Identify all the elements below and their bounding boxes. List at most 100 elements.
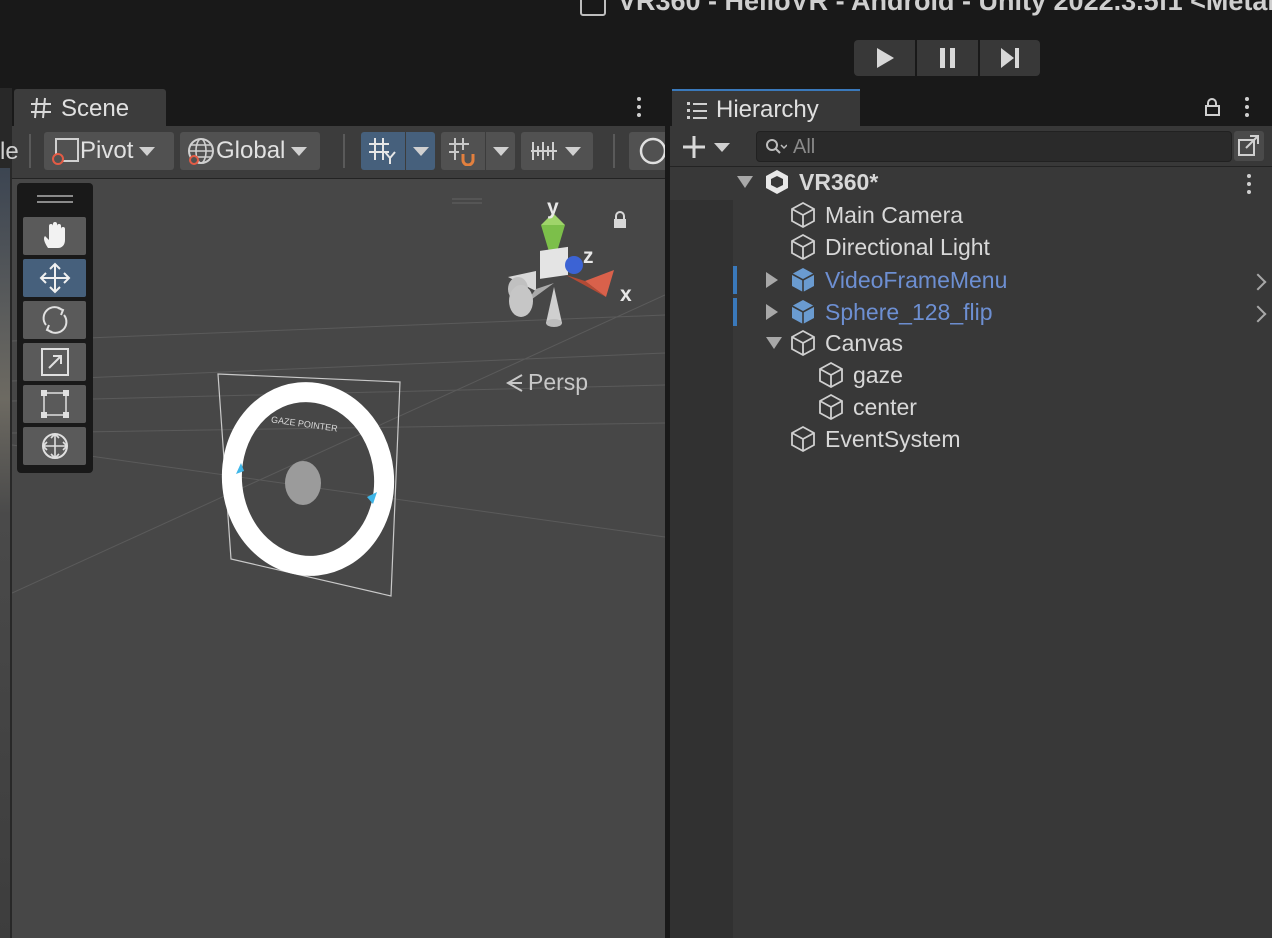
expand-arrow-icon[interactable] [766,272,778,288]
open-window-icon [1238,135,1259,156]
gameobject-cube-icon [791,233,815,261]
item-label: Main Camera [825,201,964,228]
play-icon [876,48,894,68]
grid-y-icon [369,138,396,164]
globe-icon [188,138,214,165]
move-icon [39,262,70,294]
gizmo-x-label: x [620,283,632,306]
hand-tool-button[interactable] [23,217,86,255]
chevron-left-icon [505,373,523,392]
pivot-icon [52,138,79,165]
unity-app-icon [580,0,606,16]
gizmo-y-label: y [547,196,559,219]
expand-arrow-icon[interactable] [737,176,753,188]
unity-scene-icon [766,170,788,194]
gameobject-cube-icon [791,201,815,229]
plus-icon [683,136,705,158]
gizmo-z-label: z [583,245,594,268]
item-label: Directional Light [825,233,990,260]
pause-icon [939,48,955,68]
search-icon [766,139,787,154]
snap-increment-toggle[interactable] [441,132,485,170]
step-icon [1001,48,1019,68]
hierarchy-item-canvas[interactable]: Canvas [766,327,903,359]
create-dropdown[interactable] [682,134,732,160]
scene-root-row[interactable]: VR360* [737,166,878,198]
hierarchy-search-field[interactable] [756,131,1232,163]
item-label: Sphere_128_flip [825,298,993,325]
tab-scene[interactable]: Scene [14,89,166,127]
item-label: Canvas [825,329,903,356]
global-label: Global [216,137,286,164]
hierarchy-gutter [670,200,733,938]
chevron-down-icon [412,146,429,156]
scene-tab-label: Scene [61,95,130,122]
move-tool-button[interactable] [23,259,86,297]
grid-snap-toggle[interactable] [361,132,405,170]
scene-name: VR360* [799,168,879,195]
rotate-tool-button[interactable] [23,301,86,339]
lock-icon[interactable] [1203,97,1221,117]
hierarchy-item-center[interactable]: center [817,391,917,423]
tab-hierarchy[interactable]: Hierarchy [672,89,860,127]
gameobject-cube-icon [819,361,843,389]
hierarchy-item-main-camera[interactable]: Main Camera [789,199,963,231]
chevron-down-icon [291,146,308,156]
cut-off-label: le [0,138,19,165]
title-bar: VR360 - HelloVR - Android - Unity 2022.3… [0,0,1272,88]
transform-tool-button[interactable] [23,427,86,465]
gameobject-cube-icon [819,393,843,421]
grid-magnet-icon [449,138,475,166]
prefab-override-marker [733,266,737,294]
prefab-cube-icon [791,300,815,324]
hierarchy-item-sphere-128-flip[interactable]: Sphere_128_flip [766,296,993,328]
scene-toolbar: le Pivot Global [0,126,665,179]
sphere-shading-icon [639,137,665,165]
rect-transform-icon [40,390,69,418]
persp-toggle[interactable]: Persp [504,369,588,396]
window-title: VR360 - HelloVR - Android - Unity 2022.3… [618,0,1272,16]
step-button[interactable] [980,40,1040,76]
rect-tool-button[interactable] [23,385,86,423]
tools-overlay [17,183,93,473]
shading-mode-button[interactable] [629,132,665,170]
list-icon [687,102,707,119]
grid-snap-dropdown[interactable] [406,132,435,170]
scale-icon [40,348,69,376]
global-dropdown[interactable]: Global [180,132,320,170]
gameobject-cube-icon [791,329,815,357]
chevron-down-icon [139,146,156,156]
chevron-down-icon [565,146,581,156]
scene-viewport[interactable]: GAZE POINTER y z x Persp [12,179,665,938]
chevron-down-icon [714,142,730,152]
hierarchy-tab-label: Hierarchy [716,96,819,123]
gameobject-cube-icon [791,425,815,453]
expand-arrow-icon[interactable] [766,337,782,349]
pivot-dropdown[interactable]: Pivot [44,132,174,170]
scale-tool-button[interactable] [23,343,86,381]
item-label: gaze [853,361,903,388]
hierarchy-menu-icon[interactable] [1245,97,1249,121]
prefab-cube-icon [791,268,815,292]
item-label: center [853,393,917,420]
scene-menu-icon[interactable] [637,97,641,121]
toolbar-grip [29,134,31,168]
snap-increment-dropdown[interactable] [486,132,515,170]
transform-icon [41,432,68,460]
hand-icon [43,222,65,248]
hierarchy-item-videoframemenu[interactable]: VideoFrameMenu [766,264,1007,296]
increment-dropdown[interactable] [521,132,593,170]
search-input[interactable] [791,132,1225,163]
pivot-label: Pivot [80,137,134,164]
lock-icon[interactable] [612,211,628,229]
hierarchy-item-gaze[interactable]: gaze [817,359,903,391]
persp-label: Persp [528,369,589,395]
pause-button[interactable] [917,40,978,76]
expand-arrow-icon[interactable] [766,304,778,320]
hierarchy-item-directional-light[interactable]: Directional Light [789,231,990,263]
search-mode-button[interactable] [1234,131,1264,161]
hierarchy-item-eventsystem[interactable]: EventSystem [789,423,961,455]
play-button[interactable] [854,40,915,76]
svg-text:GAZE POINTER: GAZE POINTER [271,414,339,433]
scene-menu-icon[interactable] [1247,174,1251,198]
